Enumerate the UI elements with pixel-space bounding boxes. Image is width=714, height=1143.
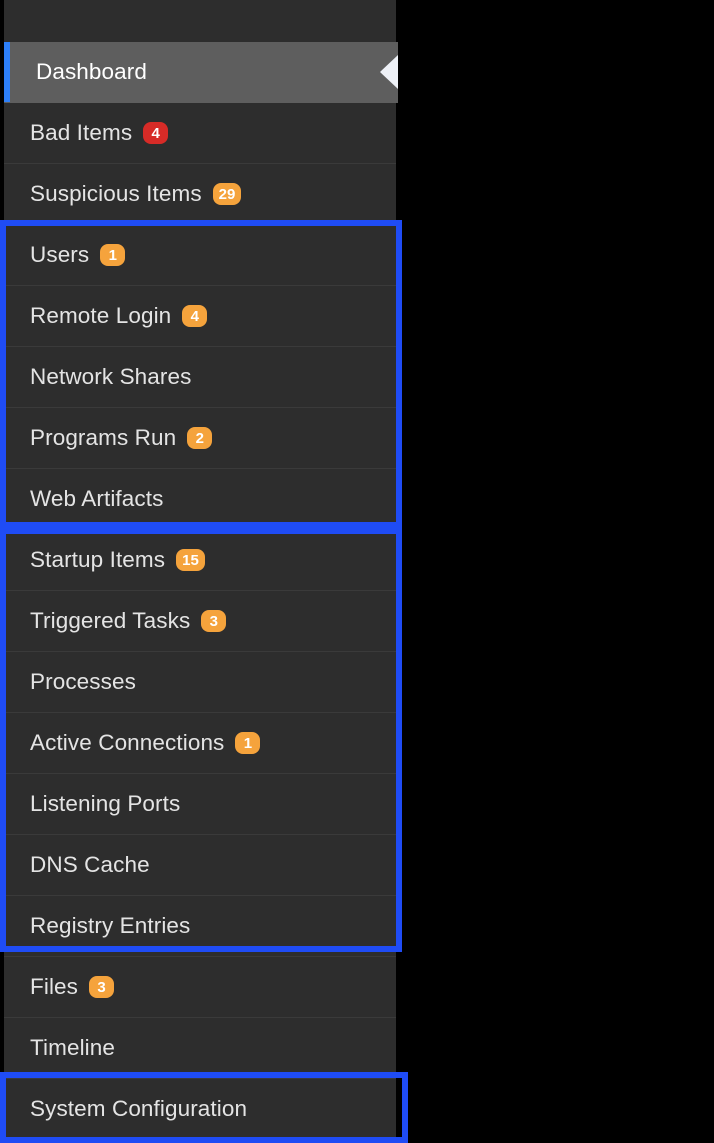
sidebar-item-suspicious-items[interactable]: Suspicious Items 29 [4,164,396,225]
sidebar-item-label: Timeline [30,1034,115,1060]
sidebar-item-count-badge: 1 [100,244,126,266]
sidebar-item-label: Bad Items [30,119,133,145]
sidebar-item-count-badge: 1 [235,732,261,754]
sidebar-item-count-badge: 4 [182,305,208,327]
app-root: Dashboard Bad Items 4 Suspicious Items 29 Use… [0,0,714,1143]
sidebar-item-label: System Configuration [30,1095,248,1121]
sidebar-item-web-artifacts[interactable]: Web Artifacts [4,469,396,530]
sidebar-item-network-shares[interactable]: Network Shares [4,347,396,408]
sidebar-item-label: Files [30,973,79,999]
sidebar-item-count-badge: 3 [201,610,227,632]
sidebar-item-active-connections[interactable]: Active Connections 1 [4,713,396,774]
sidebar-item-label: Users [30,241,90,267]
sidebar-top-spacer [4,0,396,42]
sidebar-item-timeline[interactable]: Timeline [4,1018,396,1079]
sidebar-item-processes[interactable]: Processes [4,652,396,713]
sidebar-item-label: DNS Cache [30,851,150,877]
sidebar-item-label: Remote Login [30,302,172,328]
sidebar-item-label: Suspicious Items [30,180,202,206]
sidebar-item-triggered-tasks[interactable]: Triggered Tasks 3 [4,591,396,652]
sidebar-item-list: Dashboard Bad Items 4 Suspicious Items 29 Use… [4,42,398,1140]
sidebar-item-remote-login[interactable]: Remote Login 4 [4,286,396,347]
sidebar-item-label: Dashboard [36,58,147,84]
sidebar-item-label: Processes [30,668,136,694]
sidebar-item-bad-items[interactable]: Bad Items 4 [4,103,396,164]
sidebar-item-count-badge: 29 [212,183,242,205]
sidebar-item-count-badge: 2 [187,427,213,449]
sidebar-navigation: Dashboard Bad Items 4 Suspicious Items 29 Use… [4,0,398,1143]
sidebar-item-registry-entries[interactable]: Registry Entries [4,896,396,957]
sidebar-item-files[interactable]: Files 3 [4,957,396,1018]
sidebar-item-label: Registry Entries [30,912,191,938]
sidebar-item-label: Web Artifacts [30,485,164,511]
selected-caret-left-icon [380,55,398,89]
sidebar-item-count-badge: 15 [176,549,205,571]
sidebar-item-label: Startup Items [30,546,166,572]
sidebar-item-label: Active Connections [30,729,225,755]
sidebar-item-label: Listening Ports [30,790,181,816]
sidebar-item-label: Programs Run [30,424,177,450]
sidebar-item-dns-cache[interactable]: DNS Cache [4,835,396,896]
sidebar-item-dashboard[interactable]: Dashboard [4,42,398,103]
sidebar-item-listening-ports[interactable]: Listening Ports [4,774,396,835]
sidebar-item-count-badge: 4 [143,122,169,144]
sidebar-item-count-badge: 3 [89,976,115,998]
sidebar-item-users[interactable]: Users 1 [4,225,396,286]
selected-accent-bar [4,42,10,102]
sidebar-item-label: Triggered Tasks [30,607,191,633]
sidebar-item-startup-items[interactable]: Startup Items 15 [4,530,396,591]
sidebar-item-programs-run[interactable]: Programs Run 2 [4,408,396,469]
sidebar-item-system-configuration[interactable]: System Configuration [4,1079,396,1140]
sidebar-item-label: Network Shares [30,363,192,389]
